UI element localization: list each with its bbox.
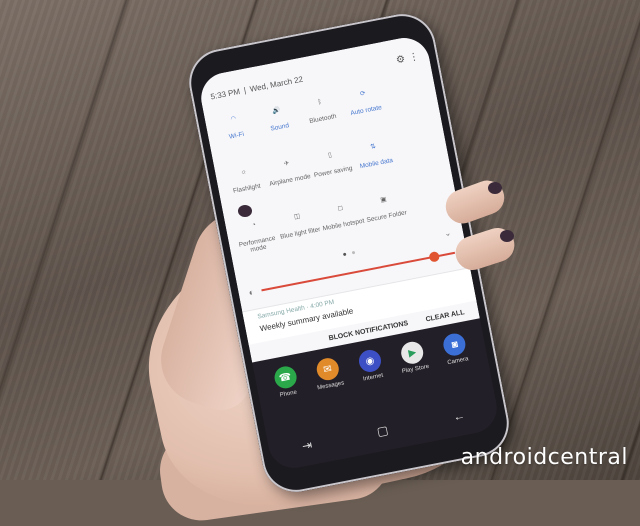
airplane-icon: ✈ xyxy=(283,160,291,168)
messages-icon: ✉ xyxy=(314,356,341,383)
secure-folder-icon: ▣ xyxy=(379,196,388,205)
sound-icon: 🔊 xyxy=(271,106,282,116)
app-label: Camera xyxy=(446,356,470,367)
tile-label: Power saving xyxy=(313,164,354,180)
wifi-icon: ◠ xyxy=(229,115,237,124)
back-icon[interactable]: ← xyxy=(452,408,466,424)
recents-icon[interactable]: ⇥ xyxy=(301,438,314,454)
tile-label: Airplane mode xyxy=(268,172,312,188)
app-label: Play Store xyxy=(401,363,430,376)
app-messages[interactable]: ✉ Messages xyxy=(308,355,349,392)
flashlight-icon: ☼ xyxy=(240,168,248,177)
hotspot-icon: ◻ xyxy=(337,204,344,213)
tile-label: Performance mode xyxy=(238,234,277,255)
rotate-icon: ⟳ xyxy=(359,90,367,99)
tile-label: Blue light filter xyxy=(279,226,322,241)
speedometer-icon: ◔ xyxy=(251,221,257,230)
blue-light-icon: ◫ xyxy=(293,212,301,222)
tile-label: Auto rotate xyxy=(349,104,383,118)
status-time: 5:33 PM xyxy=(209,86,241,101)
chevron-down-icon[interactable]: ⌄ xyxy=(444,228,452,238)
more-vertical-icon[interactable]: ⋮ xyxy=(408,51,420,64)
app-internet[interactable]: ◉ Internet xyxy=(350,347,391,384)
brightness-slider-thumb[interactable] xyxy=(428,250,441,263)
app-label: Messages xyxy=(316,380,345,392)
clear-all-button[interactable]: CLEAR ALL xyxy=(425,309,465,323)
gear-icon[interactable]: ⚙ xyxy=(395,53,406,66)
app-phone[interactable]: ☎ Phone xyxy=(265,363,306,400)
battery-icon: ▯ xyxy=(327,151,333,160)
app-label: Internet xyxy=(362,372,384,383)
play-store-icon: ▶ xyxy=(399,339,426,366)
bluetooth-icon: ᛒ xyxy=(317,98,323,107)
fingernail xyxy=(488,182,502,194)
fingernail xyxy=(238,205,252,217)
app-play-store[interactable]: ▶ Play Store xyxy=(393,339,434,376)
mobile-data-icon: ⇅ xyxy=(369,143,377,152)
tile-label: Wi-Fi xyxy=(228,130,245,141)
brightness-icon: ◐ xyxy=(247,286,256,298)
app-camera[interactable]: ◙ Camera xyxy=(435,330,476,367)
tile-label: Mobile hotspot xyxy=(322,217,365,233)
phone-icon: ☎ xyxy=(272,364,299,391)
status-date: Wed, March 22 xyxy=(248,74,304,94)
camera-icon: ◙ xyxy=(441,331,468,358)
page-dot xyxy=(342,252,347,257)
app-label: Phone xyxy=(279,389,298,399)
page-dot xyxy=(351,250,356,255)
tile-empty xyxy=(383,74,435,130)
tile-label: Secure Folder xyxy=(366,209,408,224)
internet-icon: ◉ xyxy=(357,348,383,374)
tile-label: Mobile data xyxy=(359,156,394,171)
tile-label: Bluetooth xyxy=(308,112,338,126)
home-icon[interactable]: ▢ xyxy=(376,423,390,439)
fingernail xyxy=(500,230,514,242)
watermark-logo: androidcentral xyxy=(460,445,628,470)
tile-label: Sound xyxy=(269,122,290,133)
tile-empty xyxy=(393,127,445,183)
tile-label: Flashlight xyxy=(232,182,262,195)
